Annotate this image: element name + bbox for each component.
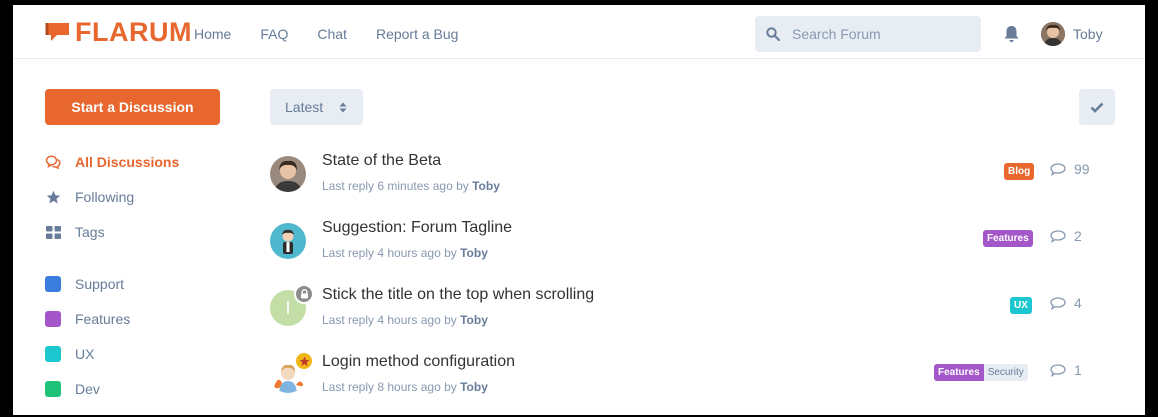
reply-count-value: 1 <box>1074 362 1082 378</box>
sidebar-tag-label: Support <box>75 276 125 292</box>
tag-badge-ux[interactable]: UX <box>1010 297 1032 314</box>
reply-count[interactable]: 99 <box>1050 161 1090 177</box>
discussion-item[interactable]: I Stick the title on the top when scroll… <box>270 284 1115 346</box>
user-avatar <box>1041 22 1065 46</box>
tag-badge-blog[interactable]: Blog <box>1004 163 1035 180</box>
sidebar-tag-support[interactable]: Support <box>45 276 124 292</box>
sidebar-tag-dev[interactable]: Dev <box>45 381 100 397</box>
last-reply-text: Last reply 4 hours ago by <box>322 246 457 260</box>
nav-faq[interactable]: FAQ <box>260 26 288 42</box>
discussion-title[interactable]: Suggestion: Forum Tagline <box>322 219 512 237</box>
sidebar-item-following[interactable]: Following <box>45 189 134 205</box>
sort-label: Latest <box>285 99 324 115</box>
locked-badge <box>294 284 314 304</box>
main-nav: Home FAQ Chat Report a Bug <box>194 26 487 42</box>
mark-all-read-button[interactable] <box>1079 89 1115 125</box>
sort-caret-icon <box>339 102 347 113</box>
sort-dropdown[interactable]: Latest <box>270 89 363 125</box>
last-reply-author[interactable]: Toby <box>472 179 500 193</box>
tag-color-swatch <box>45 311 61 327</box>
discussion-item[interactable]: Login method configuration Last reply 8 … <box>270 351 1115 413</box>
discussion-meta: Last reply 8 hours ago by Toby <box>322 380 488 394</box>
tag-color-swatch <box>45 346 61 362</box>
reply-count-value: 4 <box>1074 295 1082 311</box>
sidebar-item-label: Tags <box>75 224 105 240</box>
reply-count[interactable]: 1 <box>1050 362 1082 378</box>
tags-grid-icon <box>45 224 61 240</box>
discussion-tags: Features <box>983 230 1033 247</box>
nav-report-bug[interactable]: Report a Bug <box>376 26 459 42</box>
sidebar-tag-label: Features <box>75 311 131 327</box>
last-reply-text: Last reply 8 hours ago by <box>322 380 457 394</box>
last-reply-author[interactable]: Toby <box>460 246 488 260</box>
flag-logo-icon <box>45 23 69 41</box>
discussion-meta: Last reply 4 hours ago by Toby <box>322 313 488 327</box>
search-box[interactable] <box>755 16 981 52</box>
tag-color-swatch <box>45 276 61 292</box>
last-reply-text: Last reply 4 hours ago by <box>322 313 457 327</box>
start-discussion-button[interactable]: Start a Discussion <box>45 89 220 125</box>
discussion-tags: UX <box>1010 297 1032 314</box>
discussion-item[interactable]: State of the Beta Last reply 6 minutes a… <box>270 152 1115 212</box>
sidebar-item-label: Following <box>75 189 135 205</box>
sidebar-tag-ux[interactable]: UX <box>45 346 94 362</box>
tag-badge-features[interactable]: Features <box>934 364 984 381</box>
sidebar-tag-label: UX <box>75 346 95 362</box>
avatar-initial: I <box>285 297 291 318</box>
author-avatar[interactable] <box>270 156 306 192</box>
tag-badge-features[interactable]: Features <box>983 230 1033 247</box>
tag-color-swatch <box>45 381 61 397</box>
comments-icon <box>45 154 61 170</box>
discussion-item[interactable]: Suggestion: Forum Tagline Last reply 4 h… <box>270 219 1115 279</box>
discussion-meta: Last reply 6 minutes ago by Toby <box>322 179 500 193</box>
reply-count-value: 99 <box>1074 161 1090 177</box>
discussion-meta: Last reply 4 hours ago by Toby <box>322 246 488 260</box>
reply-count-value: 2 <box>1074 228 1082 244</box>
comment-bubble-icon <box>1050 229 1066 243</box>
flarum-logo[interactable]: FLARUM <box>45 17 192 47</box>
sidebar-tag-label: Dev <box>75 381 100 397</box>
last-reply-text: Last reply 6 minutes ago by <box>322 179 469 193</box>
nav-home[interactable]: Home <box>194 26 231 42</box>
comment-bubble-icon <box>1050 296 1066 310</box>
search-input[interactable] <box>792 26 972 42</box>
discussion-tags: Features Security <box>934 364 1028 381</box>
discussion-title[interactable]: Stick the title on the top when scrollin… <box>322 286 594 304</box>
sidebar-item-tags[interactable]: Tags <box>45 224 105 240</box>
user-name: Toby <box>1073 26 1103 42</box>
last-reply-author[interactable]: Toby <box>460 380 488 394</box>
reply-count[interactable]: 2 <box>1050 228 1082 244</box>
comment-bubble-icon <box>1050 363 1066 377</box>
discussion-title[interactable]: Login method configuration <box>322 353 515 371</box>
reply-count[interactable]: 4 <box>1050 295 1082 311</box>
lock-icon <box>300 289 308 299</box>
star-badge-icon <box>299 356 309 366</box>
star-icon <box>45 189 61 205</box>
notifications-bell-icon[interactable] <box>1003 25 1020 43</box>
discussion-tags: Blog <box>1004 163 1035 180</box>
sticky-badge <box>294 351 314 371</box>
tag-badge-security[interactable]: Security <box>983 364 1028 381</box>
user-menu[interactable]: Toby <box>1041 22 1103 46</box>
logo-text: FLARUM <box>75 17 192 47</box>
sidebar-item-all-discussions[interactable]: All Discussions <box>45 154 179 170</box>
forum-window: FLARUM Home FAQ Chat Report a Bug Search… <box>13 5 1145 415</box>
sidebar-tag-features[interactable]: Features <box>45 311 130 327</box>
comment-bubble-icon <box>1050 162 1066 176</box>
check-icon <box>1090 102 1104 113</box>
last-reply-author[interactable]: Toby <box>460 313 488 327</box>
search-icon <box>766 27 780 41</box>
header: FLARUM Home FAQ Chat Report a Bug Search… <box>13 5 1145 59</box>
nav-chat[interactable]: Chat <box>317 26 347 42</box>
author-avatar[interactable] <box>270 223 306 259</box>
discussion-title[interactable]: State of the Beta <box>322 152 441 170</box>
sidebar-item-label: All Discussions <box>75 154 180 170</box>
